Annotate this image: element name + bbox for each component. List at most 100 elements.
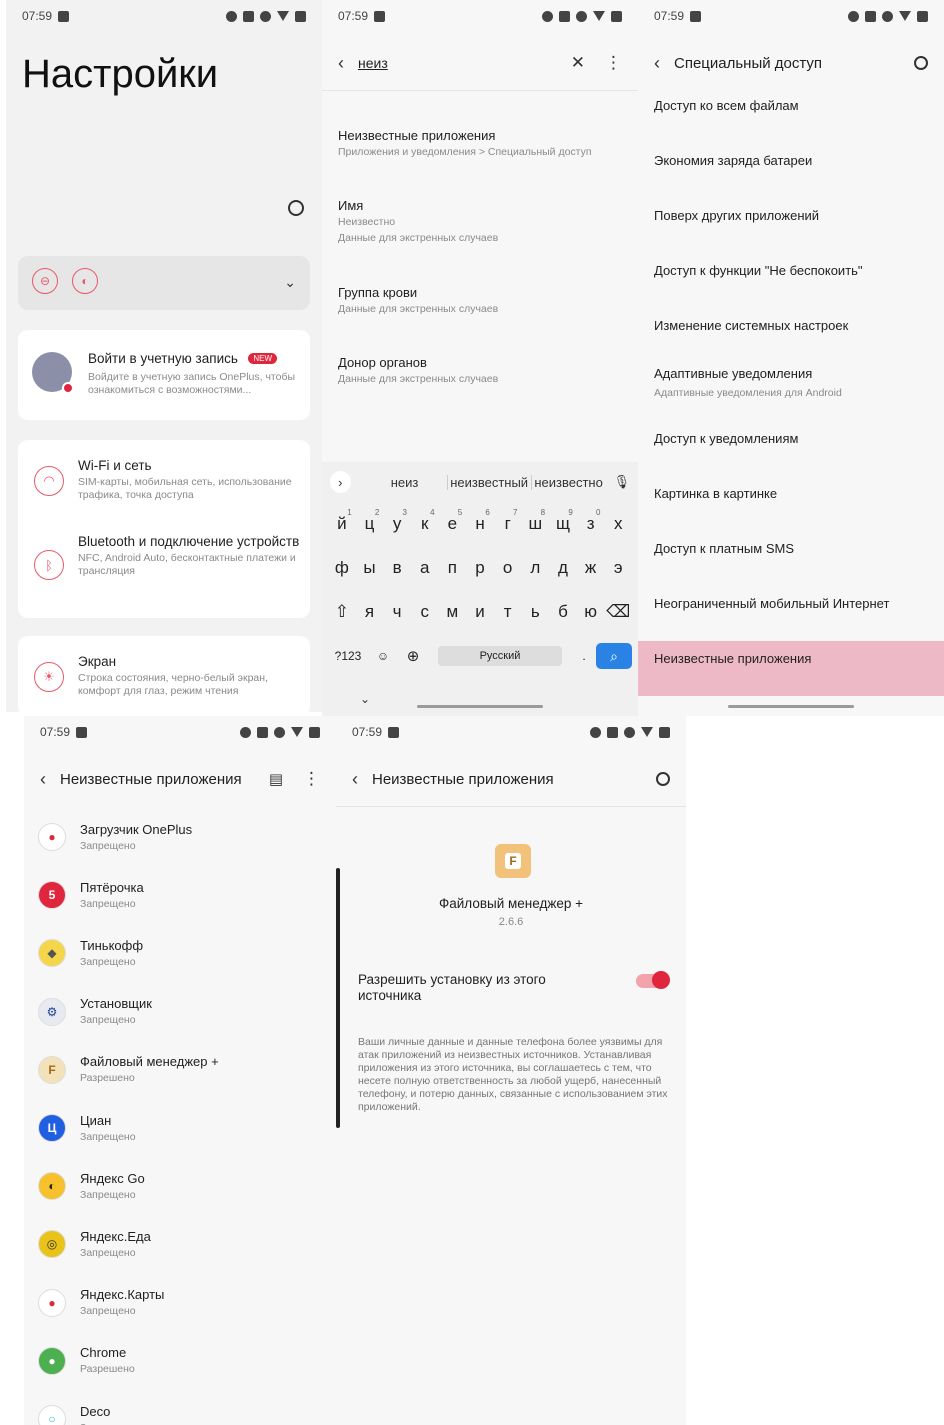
key[interactable]: д <box>549 558 577 578</box>
account-card[interactable]: Войти в учетную запись NEW Войдите в уче… <box>18 330 310 420</box>
result-sub: Данные для экстренных случаев <box>338 373 499 385</box>
allow-install-row[interactable]: Разрешить установку из этого источника <box>358 971 674 1004</box>
key[interactable]: а <box>411 558 439 578</box>
back-arrow-icon[interactable]: ‹ <box>654 53 660 74</box>
hide-keyboard-icon[interactable]: ⌄ <box>360 692 370 706</box>
key[interactable]: е5 <box>439 508 467 534</box>
more-vert-icon[interactable]: ⋮ <box>605 53 622 73</box>
key[interactable]: н6 <box>466 508 494 534</box>
search-result[interactable]: Группа крови Данные для экстренных случа… <box>338 285 628 316</box>
clear-icon[interactable]: ✕ <box>571 53 585 73</box>
special-access-item[interactable]: Доступ к уведомлениям <box>638 421 944 476</box>
key[interactable]: р <box>466 558 494 578</box>
key[interactable]: ш8 <box>521 508 549 534</box>
emoji-icon[interactable]: ☺ <box>368 649 398 663</box>
display-sub: Строка состояния, черно-белый экран, ком… <box>78 672 268 697</box>
expand-icon[interactable]: › <box>330 471 351 493</box>
app-row[interactable]: Ц Циан Запрещено <box>24 1099 336 1157</box>
app-row[interactable]: ⚙ Установщик Запрещено <box>24 983 336 1041</box>
globe-icon[interactable]: ⊕ <box>398 647 428 665</box>
search-icon[interactable] <box>914 56 928 70</box>
key[interactable]: о <box>494 558 522 578</box>
special-access-item[interactable]: Поверх других приложений <box>638 198 944 253</box>
key[interactable]: ф <box>328 558 356 578</box>
app-row[interactable]: ● Chrome Разрешено <box>24 1332 336 1390</box>
key[interactable]: ч <box>383 602 411 622</box>
key[interactable]: м <box>439 602 467 622</box>
key[interactable]: л <box>521 558 549 578</box>
search-doc-icon[interactable]: ▤ <box>269 770 283 788</box>
app-row[interactable]: ● Загрузчик OnePlus Запрещено <box>24 808 336 866</box>
app-row[interactable]: ● Яндекс.Карты Запрещено <box>24 1274 336 1332</box>
special-access-item[interactable]: Доступ ко всем файлам <box>638 88 944 143</box>
key[interactable]: с <box>411 602 439 622</box>
space-bar[interactable]: Русский <box>438 646 562 666</box>
suggestion[interactable]: неиз <box>363 475 447 490</box>
allow-install-toggle[interactable] <box>636 971 670 989</box>
settings-item-bluetooth[interactable]: ᛒ Bluetooth и подключение устройств NFC,… <box>18 532 310 604</box>
key[interactable]: х <box>604 514 632 534</box>
app-name: Яндекс.Еда <box>80 1228 151 1244</box>
suggestion[interactable]: неизвестно <box>530 474 606 490</box>
nav-pill[interactable] <box>728 705 854 708</box>
search-result[interactable]: Донор органов Данные для экстренных случ… <box>338 355 628 386</box>
search-icon[interactable] <box>656 772 670 786</box>
app-row[interactable]: 5 Пятёрочка Запрещено <box>24 866 336 924</box>
app-row[interactable]: ○ Deco Запрещено <box>24 1390 336 1425</box>
microphone-icon[interactable]: 🎙 <box>613 474 630 490</box>
back-arrow-icon[interactable]: ‹ <box>352 769 358 790</box>
key[interactable]: ы <box>356 558 384 578</box>
key[interactable]: э <box>604 558 632 578</box>
quick-toggles-card[interactable]: ⊖ ◐ ⌄ <box>18 256 310 310</box>
more-vert-icon[interactable]: ⋮ <box>303 769 320 789</box>
search-input[interactable]: неиз <box>358 55 551 71</box>
status-time: 07:59 <box>352 725 383 739</box>
suggestion[interactable]: неизвестный <box>446 474 531 490</box>
key[interactable]: и <box>466 602 494 622</box>
special-access-item[interactable]: Неограниченный мобильный Интернет <box>638 586 944 641</box>
chevron-down-icon[interactable]: ⌄ <box>284 274 296 291</box>
key[interactable]: з0 <box>577 508 605 534</box>
key[interactable]: я <box>356 602 384 622</box>
search-key[interactable]: ⌕ <box>596 643 632 669</box>
back-arrow-icon[interactable]: ‹ <box>338 53 344 74</box>
special-access-item[interactable]: Картинка в картинке <box>638 476 944 531</box>
display-card[interactable]: ☀ Экран Строка состояния, черно-белый эк… <box>18 636 310 712</box>
night-mode-icon[interactable]: ◐ <box>72 268 98 294</box>
key[interactable]: щ9 <box>549 508 577 534</box>
nav-pill[interactable] <box>417 705 543 708</box>
settings-item-wifi[interactable]: ◠ Wi-Fi и сеть SIM-карты, мобильная сеть… <box>18 456 310 516</box>
key[interactable]: ц2 <box>356 508 384 534</box>
search-result[interactable]: Имя Неизвестно Данные для экстренных слу… <box>338 198 628 245</box>
key[interactable]: ж <box>577 558 605 578</box>
search-result[interactable]: Неизвестные приложения Приложения и увед… <box>338 128 628 159</box>
shift-icon[interactable]: ⇧ <box>328 602 356 622</box>
key[interactable]: б <box>549 602 577 622</box>
back-arrow-icon[interactable]: ‹ <box>40 769 46 790</box>
special-access-item[interactable]: Экономия заряда батареи <box>638 143 944 198</box>
app-row[interactable]: ◎ Яндекс.Еда Запрещено <box>24 1215 336 1273</box>
search-icon[interactable] <box>288 200 304 216</box>
key[interactable]: п <box>439 558 467 578</box>
key[interactable]: к4 <box>411 508 439 534</box>
special-access-item[interactable]: Доступ к платным SMS <box>638 531 944 586</box>
key[interactable]: г7 <box>494 508 522 534</box>
key[interactable]: ю <box>577 602 605 622</box>
key[interactable]: у3 <box>383 508 411 534</box>
dnd-toggle-icon[interactable]: ⊖ <box>32 268 58 294</box>
key[interactable]: т <box>494 602 522 622</box>
backspace-icon[interactable]: ⌫ <box>604 602 632 622</box>
app-row[interactable]: F Файловый менеджер + Разрешено <box>24 1041 336 1099</box>
key[interactable]: й1 <box>328 508 356 534</box>
period-key[interactable]: . <box>572 649 596 663</box>
key[interactable]: ь <box>521 602 549 622</box>
key[interactable]: в <box>383 558 411 578</box>
warning-text: Ваши личные данные и данные телефона бол… <box>358 1036 668 1113</box>
app-row[interactable]: ◆ Тинькофф Запрещено <box>24 924 336 982</box>
app-row[interactable]: ◐ Яндекс Go Запрещено <box>24 1157 336 1215</box>
special-access-item[interactable]: Изменение системных настроек <box>638 308 944 363</box>
special-access-item[interactable]: Неизвестные приложения <box>638 641 944 696</box>
symbols-key[interactable]: ?123 <box>328 649 368 663</box>
special-access-item[interactable]: Доступ к функции "Не беспокоить" <box>638 253 944 308</box>
special-access-item[interactable]: Адаптивные уведомления Адаптивные уведомл… <box>638 356 944 411</box>
